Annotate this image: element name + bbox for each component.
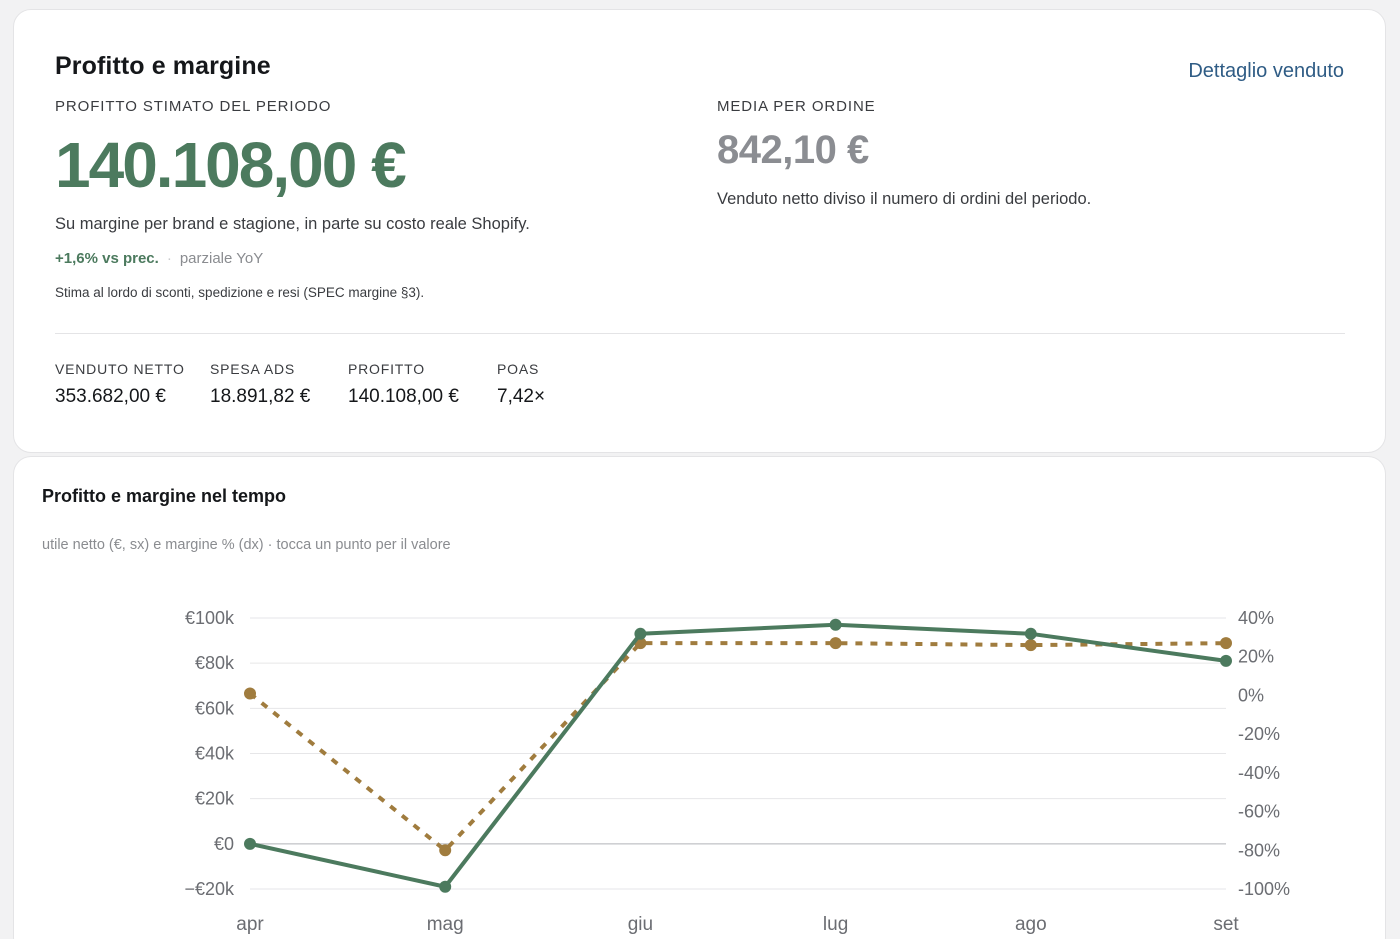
profit-point[interactable] xyxy=(1220,654,1232,667)
kpi-value: 353.682,00 € xyxy=(55,386,166,407)
y-right-tick-label: -40% xyxy=(1238,763,1280,783)
y-left-tick-label: €80k xyxy=(195,653,235,673)
delta-separator: · xyxy=(166,250,172,267)
detail-sales-link[interactable]: Dettaglio venduto xyxy=(1188,60,1344,83)
card-title: Profitto e margine xyxy=(55,52,271,80)
y-left-tick-label: €60k xyxy=(195,698,235,718)
profit-chart-card: Profitto e margine nel tempo utile netto… xyxy=(13,456,1386,939)
x-tick-label: ago xyxy=(1015,914,1047,935)
y-right-tick-label: -100% xyxy=(1238,879,1290,899)
y-right-tick-label: 40% xyxy=(1238,608,1274,628)
profit-footnote: Stima al lordo di sconti, spedizione e r… xyxy=(55,285,425,300)
profit-margin-chart: −€20k €0 €20k €40k €60k €80k €100k -100% -80% -60… xyxy=(184,608,1290,935)
y-left-tick-label: €20k xyxy=(195,789,235,809)
profit-value: 140.108,00 € xyxy=(55,129,407,201)
kpi-label: PROFITTO xyxy=(348,361,425,377)
divider xyxy=(55,333,1345,334)
kpi-net-sales: VENDUTO NETTO 353.682,00 € xyxy=(55,361,185,408)
aov-value: 842,10 € xyxy=(717,128,869,172)
profit-label: PROFITTO STIMATO DEL PERIODO xyxy=(55,98,332,115)
margin-point[interactable] xyxy=(1220,637,1232,650)
kpi-value: 18.891,82 € xyxy=(210,386,311,407)
delta-note: parziale YoY xyxy=(179,250,264,267)
margin-line xyxy=(248,641,1227,853)
y-left-tick-label: €40k xyxy=(195,744,235,764)
profit-point[interactable] xyxy=(829,618,842,631)
kpi-profit: PROFITTO 140.108,00 € xyxy=(348,361,459,408)
kpi-label: SPESA ADS xyxy=(210,361,296,377)
profit-summary-card: Profitto e margine Dettaglio venduto PRO… xyxy=(13,9,1386,453)
profit-point[interactable] xyxy=(244,837,256,850)
kpi-value: 7,42× xyxy=(497,386,546,407)
y-right-tick-label: 20% xyxy=(1238,647,1274,667)
delta-value: +1,6% vs prec. xyxy=(55,250,159,267)
margin-point[interactable] xyxy=(1024,639,1037,652)
x-tick-label: lug xyxy=(823,914,848,935)
kpi-value: 140.108,00 € xyxy=(348,386,459,407)
y-right-tick-label: -60% xyxy=(1238,802,1280,822)
kpi-poas: POAS 7,42× xyxy=(497,361,545,408)
profit-point[interactable] xyxy=(439,880,452,893)
profit-description: Su margine per brand e stagione, in part… xyxy=(55,215,530,233)
margin-point[interactable] xyxy=(439,844,452,857)
margin-point[interactable] xyxy=(244,687,256,700)
kpi-ads-spend: SPESA ADS 18.891,82 € xyxy=(210,361,310,408)
y-left-tick-label: €100k xyxy=(185,608,235,628)
y-left-tick-label: −€20k xyxy=(184,879,235,899)
kpi-label: VENDUTO NETTO xyxy=(55,361,185,377)
x-tick-label: mag xyxy=(427,914,464,935)
y-right-tick-label: 0% xyxy=(1238,685,1264,705)
x-tick-label: giu xyxy=(628,914,653,935)
kpi-label: POAS xyxy=(497,361,540,377)
aov-label: MEDIA PER ORDINE xyxy=(717,98,876,115)
x-tick-label: apr xyxy=(236,914,264,935)
delta-row: +1,6% vs prec. · parziale YoY xyxy=(55,250,263,267)
margin-point[interactable] xyxy=(829,637,842,650)
x-tick-label: set xyxy=(1213,914,1239,935)
profit-line xyxy=(248,622,1228,889)
y-right-tick-label: -80% xyxy=(1238,840,1280,860)
profit-point[interactable] xyxy=(1024,627,1037,640)
y-right-tick-label: -20% xyxy=(1238,724,1280,744)
profit-point[interactable] xyxy=(634,627,647,640)
aov-description: Venduto netto diviso il numero di ordini… xyxy=(717,190,1092,208)
y-left-tick-label: €0 xyxy=(214,834,234,854)
